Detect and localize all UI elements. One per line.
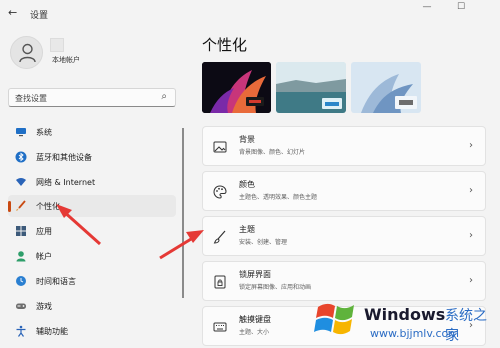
annotation-arrow-left (56, 204, 102, 246)
watermark: Windows 系统之家 www.bjjmlv.com (306, 293, 500, 348)
annotation-arrow-right (159, 230, 204, 260)
watermark-brand: Windows (364, 305, 446, 324)
windows-logo-icon (314, 303, 354, 335)
watermark-url: www.bjjmlv.com (370, 327, 459, 340)
